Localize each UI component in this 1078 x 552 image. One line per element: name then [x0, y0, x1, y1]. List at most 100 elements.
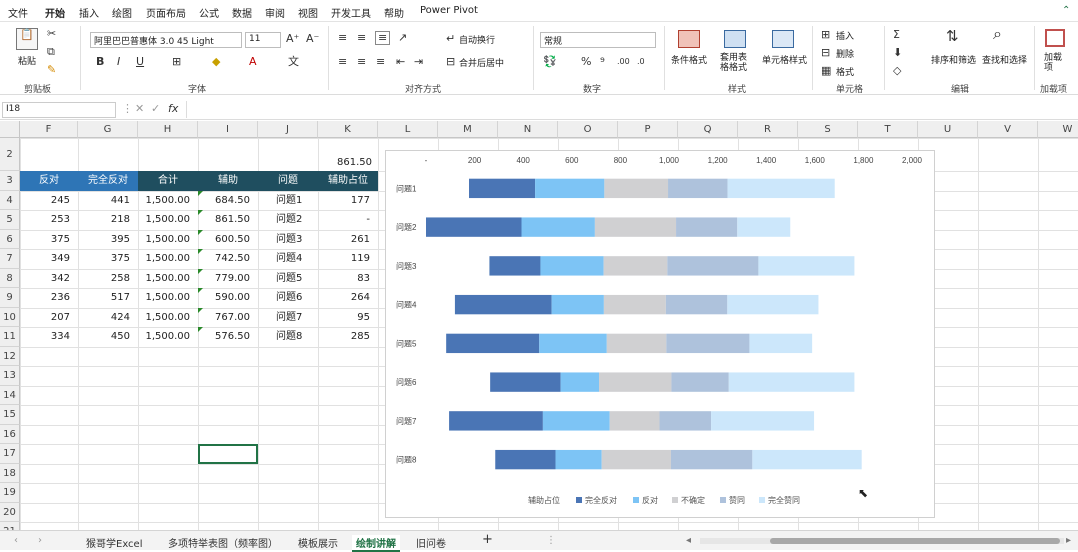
row-header[interactable]: 20 [0, 502, 20, 522]
stacked-bar-chart[interactable]: - 200 400 600 800 1,000 1,200 1,400 1,600 1,800 2,… [385, 150, 935, 518]
hscroll-right-icon[interactable]: ▸ [1066, 535, 1071, 546]
row-header[interactable]: 16 [0, 424, 20, 444]
table-header-cell[interactable]: 完全反对 [78, 171, 138, 191]
menu-formulas[interactable]: 公式 [199, 5, 219, 20]
row-header[interactable]: 14 [0, 385, 20, 405]
row-header[interactable]: 21 [0, 522, 20, 530]
table-cell[interactable]: 177 [318, 191, 378, 211]
table-cell[interactable]: 264 [318, 288, 378, 308]
add-ins-button[interactable]: 加载项 [1044, 53, 1066, 73]
sheet-tab-1[interactable]: 猴哥学Excel [86, 535, 143, 550]
cut-icon[interactable]: ✂ [47, 28, 56, 40]
table-cell[interactable]: 261 [318, 230, 378, 250]
font-color-icon[interactable]: A [249, 56, 257, 68]
sort-filter-icon[interactable]: ⇅ [946, 29, 959, 44]
row-header[interactable]: 12 [0, 346, 20, 366]
table-cell[interactable]: 95 [318, 308, 378, 328]
row-header[interactable]: 17 [0, 444, 20, 464]
number-format-select[interactable]: 常规 [540, 32, 656, 48]
merge-center-icon[interactable]: ⊟ [446, 56, 455, 68]
horizontal-scrollbar[interactable] [700, 538, 1064, 544]
collapse-ribbon-icon[interactable]: ⌃ [1062, 5, 1070, 16]
table-cell[interactable]: - [318, 210, 378, 230]
insert-cells-button[interactable]: 插入 [836, 29, 854, 42]
table-cell[interactable]: 问题8 [258, 327, 318, 347]
wrap-text-icon[interactable]: ↵ [446, 33, 455, 45]
column-header[interactable]: R [738, 121, 798, 138]
column-header[interactable]: L [378, 121, 438, 138]
table-cell[interactable]: 395 [78, 230, 138, 250]
column-header[interactable]: P [618, 121, 678, 138]
table-cell[interactable]: 375 [20, 230, 78, 250]
table-cell[interactable]: 600.50 [198, 230, 258, 250]
sheet-tab-2[interactable]: 多项特举表图（频率图） [168, 535, 278, 550]
row-header[interactable]: 15 [0, 405, 20, 425]
menu-file[interactable]: 文件 [8, 5, 28, 20]
column-header[interactable]: M [438, 121, 498, 138]
menu-help[interactable]: 帮助 [384, 5, 404, 20]
function-icon[interactable]: fx [168, 103, 178, 115]
add-sheet-button[interactable]: + [482, 532, 493, 547]
table-header-cell[interactable]: 问题 [258, 171, 318, 191]
table-cell[interactable]: 590.00 [198, 288, 258, 308]
column-header[interactable]: N [498, 121, 558, 138]
menu-review[interactable]: 审阅 [265, 5, 285, 20]
row-header[interactable]: 18 [0, 463, 20, 483]
select-all-corner[interactable] [0, 121, 20, 138]
borders-icon[interactable]: ⊞ [172, 56, 181, 68]
table-cell[interactable]: 1,500.00 [138, 327, 198, 347]
table-cell[interactable]: 83 [318, 269, 378, 289]
row-header[interactable]: 7 [0, 249, 20, 269]
row-header[interactable]: 2 [0, 138, 20, 171]
table-cell[interactable]: 576.50 [198, 327, 258, 347]
align-middle-icon[interactable]: ≡ [357, 32, 366, 44]
table-cell[interactable]: 767.00 [198, 308, 258, 328]
column-header[interactable]: T [858, 121, 918, 138]
font-name-select[interactable]: 阿里巴巴普惠体 3.0 45 Light [90, 32, 242, 48]
table-header-cell[interactable]: 反对 [20, 171, 78, 191]
autosum-icon[interactable]: Σ [893, 29, 900, 41]
italic-icon[interactable]: I [117, 56, 120, 68]
format-as-table-button[interactable]: 套用表格格式 [720, 53, 750, 73]
table-cell[interactable]: 问题5 [258, 269, 318, 289]
tab-scroll-left-icon[interactable]: ‹ [14, 535, 18, 546]
row-header[interactable]: 6 [0, 229, 20, 249]
menu-power-pivot[interactable]: Power Pivot [420, 5, 478, 16]
table-cell[interactable]: 779.00 [198, 269, 258, 289]
table-header-cell[interactable]: 合计 [138, 171, 198, 191]
table-cell[interactable]: 861.50 [198, 210, 258, 230]
align-bottom-icon[interactable]: ≡ [375, 31, 391, 45]
column-header[interactable]: F [20, 121, 78, 138]
format-as-table-icon[interactable] [724, 30, 746, 48]
table-cell[interactable]: 问题6 [258, 288, 318, 308]
table-cell[interactable]: 问题2 [258, 210, 318, 230]
column-header[interactable]: G [78, 121, 138, 138]
format-cells-icon[interactable]: ▦ [821, 65, 831, 77]
menu-developer[interactable]: 开发工具 [331, 5, 371, 20]
paste-icon[interactable]: 📋 [16, 28, 38, 50]
merge-center-button[interactable]: 合并后居中 [459, 56, 504, 69]
table-cell[interactable]: 684.50 [198, 191, 258, 211]
accounting-format-icon[interactable]: 💱 [543, 56, 557, 68]
row-header[interactable]: 9 [0, 288, 20, 308]
comma-style-icon[interactable]: ⁹ [600, 56, 605, 68]
decrease-decimal-icon[interactable]: .0 [637, 56, 645, 68]
row-header[interactable]: 3 [0, 171, 20, 191]
sheet-tab-3[interactable]: 模板展示 [298, 535, 338, 550]
table-cell[interactable]: 1,500.00 [138, 230, 198, 250]
name-box[interactable]: I18 [2, 102, 116, 118]
conditional-format-icon[interactable] [678, 30, 700, 48]
fill-icon[interactable]: ⬇ [893, 47, 902, 59]
column-header[interactable]: I [198, 121, 258, 138]
decrease-font-icon[interactable]: A⁻ [306, 33, 319, 45]
delete-cells-button[interactable]: 删除 [836, 47, 854, 60]
find-select-icon[interactable]: ⌕ [993, 26, 1002, 42]
row-header[interactable]: 19 [0, 483, 20, 503]
font-size-select[interactable]: 11 [245, 32, 281, 48]
column-header[interactable]: O [558, 121, 618, 138]
table-cell[interactable]: 1,500.00 [138, 191, 198, 211]
row-header[interactable]: 10 [0, 307, 20, 327]
table-cell[interactable]: 236 [20, 288, 78, 308]
delete-cells-icon[interactable]: ⊟ [821, 47, 830, 59]
row-header[interactable]: 11 [0, 327, 20, 347]
